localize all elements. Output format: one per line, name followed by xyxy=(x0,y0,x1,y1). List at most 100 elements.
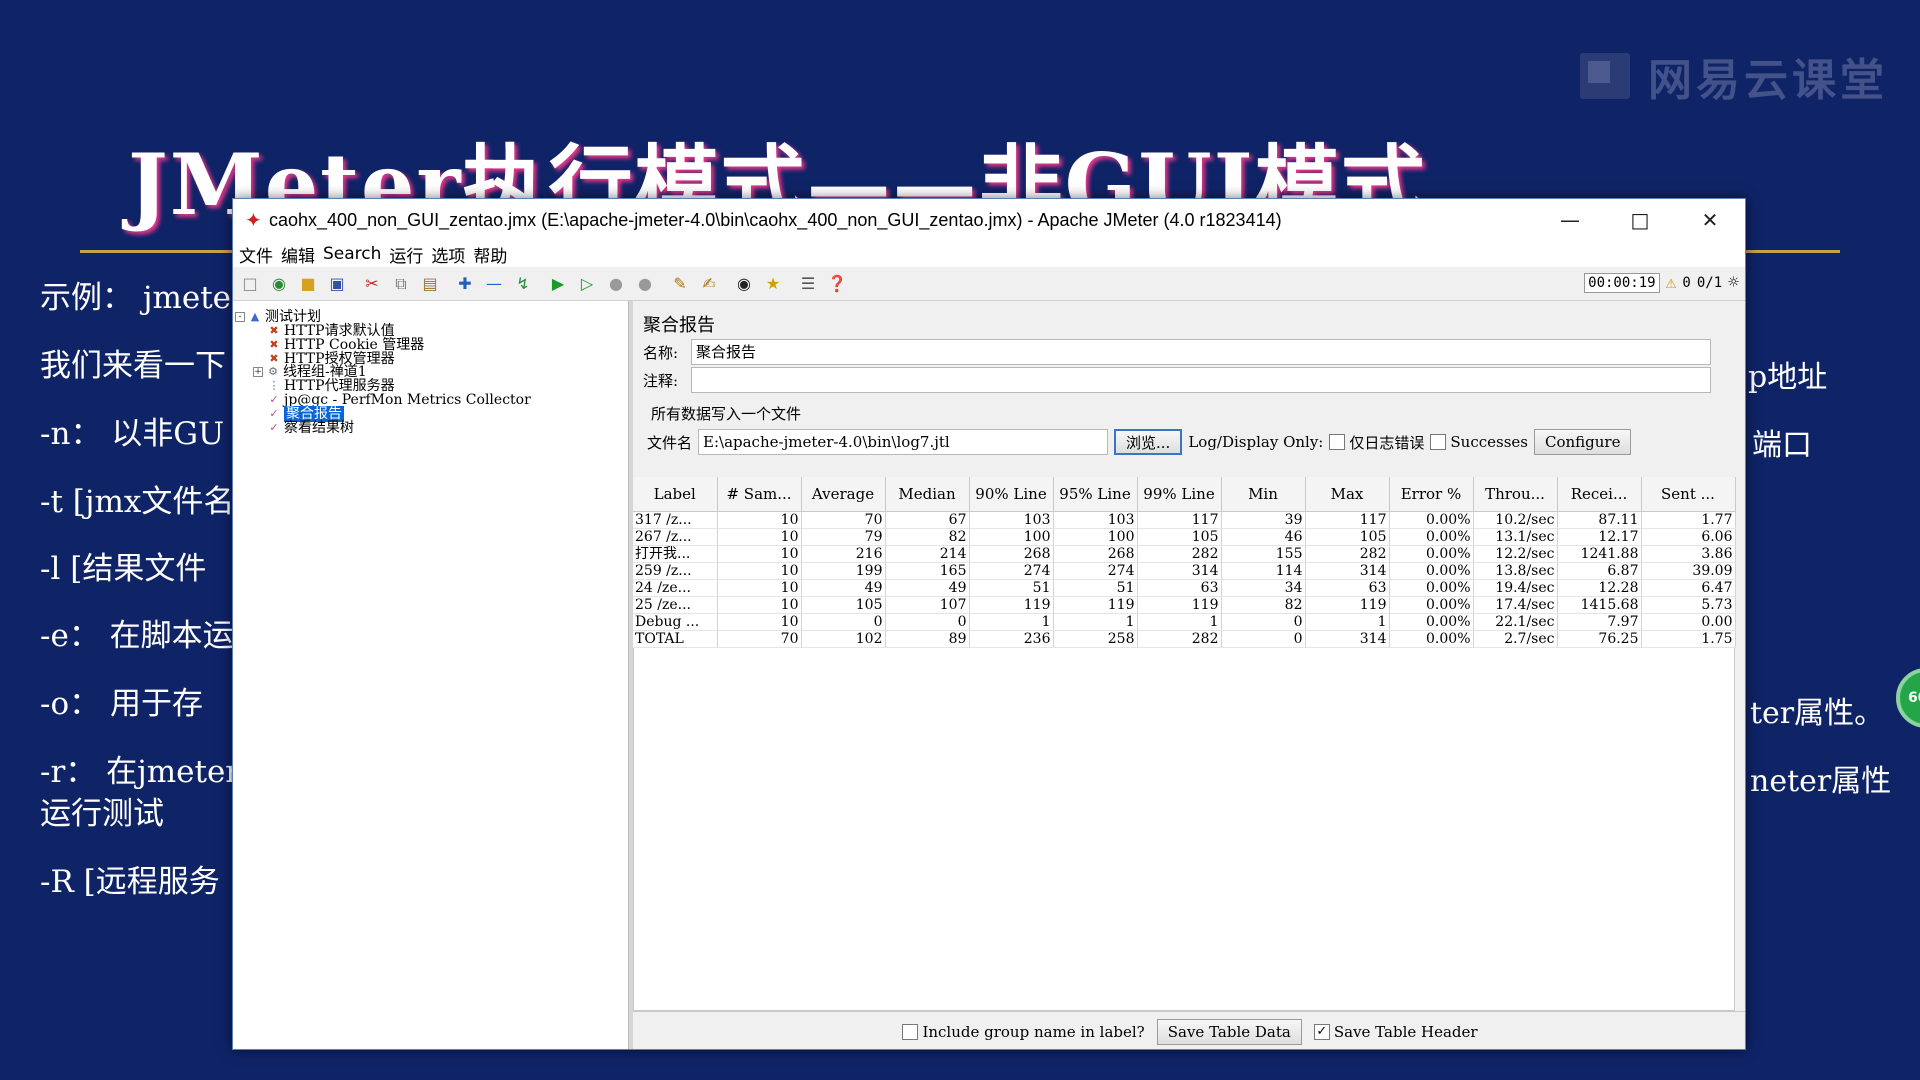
open-icon[interactable]: ■ xyxy=(295,272,321,296)
table-cell: 199 xyxy=(801,562,886,580)
toggle-icon[interactable]: ↯ xyxy=(510,272,536,296)
search-icon[interactable]: ◉ xyxy=(731,272,757,296)
listener-icon: ✓ xyxy=(269,407,279,420)
column-header[interactable]: Sent ... xyxy=(1641,477,1736,512)
expand-toggle-icon[interactable]: + xyxy=(253,367,263,377)
column-header[interactable]: 99% Line xyxy=(1137,477,1222,512)
table-row[interactable]: Debug ... 10 0 0 1 1 1 0 1 0.00% 22.1/sec 7.97 0.00 xyxy=(633,613,1736,631)
column-header[interactable]: Label xyxy=(633,477,718,512)
table-row[interactable]: 24 /ze... 10 49 49 51 51 63 34 63 0.00% 19.4/sec 12… xyxy=(633,579,1736,597)
slide-fragment: 端口 xyxy=(1752,428,1812,463)
column-header[interactable]: 95% Line xyxy=(1053,477,1138,512)
aggregate-report-panel: 聚合报告 名称: 聚合报告 注释: 所有数据写入一个文件 文件名 E:\apac… xyxy=(629,301,1745,1049)
name-field[interactable]: 聚合报告 xyxy=(691,339,1711,365)
checkbox-box[interactable] xyxy=(1329,434,1346,450)
new-icon[interactable]: □ xyxy=(237,272,263,296)
configure-button[interactable]: Configure xyxy=(1533,429,1632,455)
shutdown-icon[interactable]: ● xyxy=(632,272,658,296)
checkbox-box[interactable] xyxy=(902,1023,919,1040)
table-cell: 105 xyxy=(1137,528,1222,546)
menu-search[interactable]: Search xyxy=(319,244,385,264)
table-cell: 6.47 xyxy=(1641,579,1736,597)
table-cell: 打开我... xyxy=(633,545,718,563)
cut-icon[interactable]: ✂ xyxy=(359,272,385,296)
collapse-toggle-icon[interactable]: - xyxy=(235,312,245,322)
table-row[interactable]: 267 /z... 10 79 82 100 100 105 46 105 0.00% 13.1/s… xyxy=(633,528,1736,546)
table-cell: 6.87 xyxy=(1557,562,1642,580)
help-icon[interactable]: ❓ xyxy=(824,272,850,296)
save-table-data-button[interactable]: Save Table Data xyxy=(1156,1018,1302,1045)
errors-only-checkbox[interactable]: 仅日志错误 xyxy=(1329,432,1424,453)
collapse-icon[interactable]: — xyxy=(481,272,507,296)
table-cell: 1.77 xyxy=(1641,511,1736,529)
save-table-header-label: Save Table Header xyxy=(1333,1022,1478,1041)
table-row[interactable]: 25 /ze... 10 105 107 119 119 119 82 119 0.00% 17.4… xyxy=(633,596,1736,614)
menu-help[interactable]: 帮助 xyxy=(469,242,511,267)
table-cell: 10 xyxy=(717,613,802,631)
successes-checkbox[interactable]: Successes xyxy=(1430,433,1528,451)
table-cell: 107 xyxy=(885,596,970,614)
include-group-checkbox[interactable]: Include group name in label? xyxy=(902,1022,1145,1041)
table-row[interactable]: 打开我... 10 216 214 268 268 282 155 282 0.00% 12.2/s… xyxy=(633,545,1736,563)
close-button[interactable]: ✕ xyxy=(1675,199,1745,241)
reset-search-icon[interactable]: ★ xyxy=(760,272,786,296)
proxy-icon: ⋮ xyxy=(268,379,280,392)
table-cell: 314 xyxy=(1137,562,1222,580)
include-group-label: Include group name in label? xyxy=(922,1022,1145,1041)
brand-text: 网易云课堂 xyxy=(1648,55,1888,106)
column-header[interactable]: Recei... xyxy=(1557,477,1642,512)
save-icon[interactable]: ▣ xyxy=(324,272,350,296)
menu-file[interactable]: 文件 xyxy=(235,242,277,267)
save-table-header-checkbox[interactable]: ✓ Save Table Header xyxy=(1313,1022,1478,1041)
function-helper-icon[interactable]: ☰ xyxy=(795,272,821,296)
column-header[interactable]: Max xyxy=(1305,477,1390,512)
paste-icon[interactable]: ▤ xyxy=(417,272,443,296)
table-cell: 105 xyxy=(1305,528,1390,546)
column-header[interactable]: Average xyxy=(801,477,886,512)
bottom-options-bar: Include group name in label? Save Table … xyxy=(633,1011,1745,1049)
timer-badge[interactable]: 60 xyxy=(1896,668,1920,728)
column-header[interactable]: Min xyxy=(1221,477,1306,512)
start-no-pauses-icon[interactable]: ▷ xyxy=(574,272,600,296)
table-cell: 12.28 xyxy=(1557,579,1642,597)
start-icon[interactable]: ▶ xyxy=(545,272,571,296)
browse-button[interactable]: 浏览... xyxy=(1114,429,1183,455)
table-cell: 117 xyxy=(1305,511,1390,529)
menu-edit[interactable]: 编辑 xyxy=(277,242,319,267)
name-label: 名称: xyxy=(643,343,679,362)
table-row[interactable]: 317 /z... 10 70 67 103 103 117 39 117 0.00% 10.2/s… xyxy=(633,511,1736,529)
results-table[interactable]: Label # Sam... Average Median 90% Line 95% Li… xyxy=(633,477,1736,648)
checkbox-box[interactable] xyxy=(1430,434,1447,450)
column-header[interactable]: 90% Line xyxy=(969,477,1054,512)
comment-field[interactable] xyxy=(691,367,1711,393)
table-cell: 216 xyxy=(801,545,886,563)
bullet-text: -t [jmx文件名 xyxy=(40,484,235,520)
test-plan-icon: ▲ xyxy=(250,310,260,323)
table-cell: 3.86 xyxy=(1641,545,1736,563)
tree-item-results-tree[interactable]: ✓ 察看结果树 xyxy=(267,420,354,436)
copy-icon[interactable]: ⧉ xyxy=(388,272,414,296)
minimize-button[interactable]: — xyxy=(1535,199,1605,241)
column-header[interactable]: Median xyxy=(885,477,970,512)
table-row[interactable]: TOTAL 70 102 89 236 258 282 0 314 0.00% 2.7/sec 76.… xyxy=(633,630,1736,648)
column-header[interactable]: # Sam... xyxy=(717,477,802,512)
title-bar[interactable]: ✦ caohx_400_non_GUI_zentao.jmx (E:\apach… xyxy=(233,199,1745,241)
maximize-button[interactable]: □ xyxy=(1605,199,1675,241)
checkbox-box[interactable]: ✓ xyxy=(1313,1023,1330,1040)
templates-icon[interactable]: ◉ xyxy=(266,272,292,296)
table-cell: 214 xyxy=(885,545,970,563)
table-cell: 0.00% xyxy=(1389,545,1474,563)
clear-all-icon[interactable]: ✍ xyxy=(696,272,722,296)
clear-icon[interactable]: ✎ xyxy=(667,272,693,296)
table-cell: 314 xyxy=(1305,630,1390,648)
table-cell: 1.75 xyxy=(1641,630,1736,648)
menu-run[interactable]: 运行 xyxy=(385,242,427,267)
menu-options[interactable]: 选项 xyxy=(427,242,469,267)
column-header[interactable]: Throu... xyxy=(1473,477,1558,512)
column-header[interactable]: Error % xyxy=(1389,477,1474,512)
stop-icon[interactable]: ● xyxy=(603,272,629,296)
warning-icon[interactable]: ⚠ xyxy=(1666,272,1677,293)
filename-field[interactable]: E:\apache-jmeter-4.0\bin\log7.jtl xyxy=(698,429,1109,455)
table-row[interactable]: 259 /z... 10 199 165 274 274 314 114 314 0.00% 13.… xyxy=(633,562,1736,580)
expand-icon[interactable]: ✚ xyxy=(452,272,478,296)
